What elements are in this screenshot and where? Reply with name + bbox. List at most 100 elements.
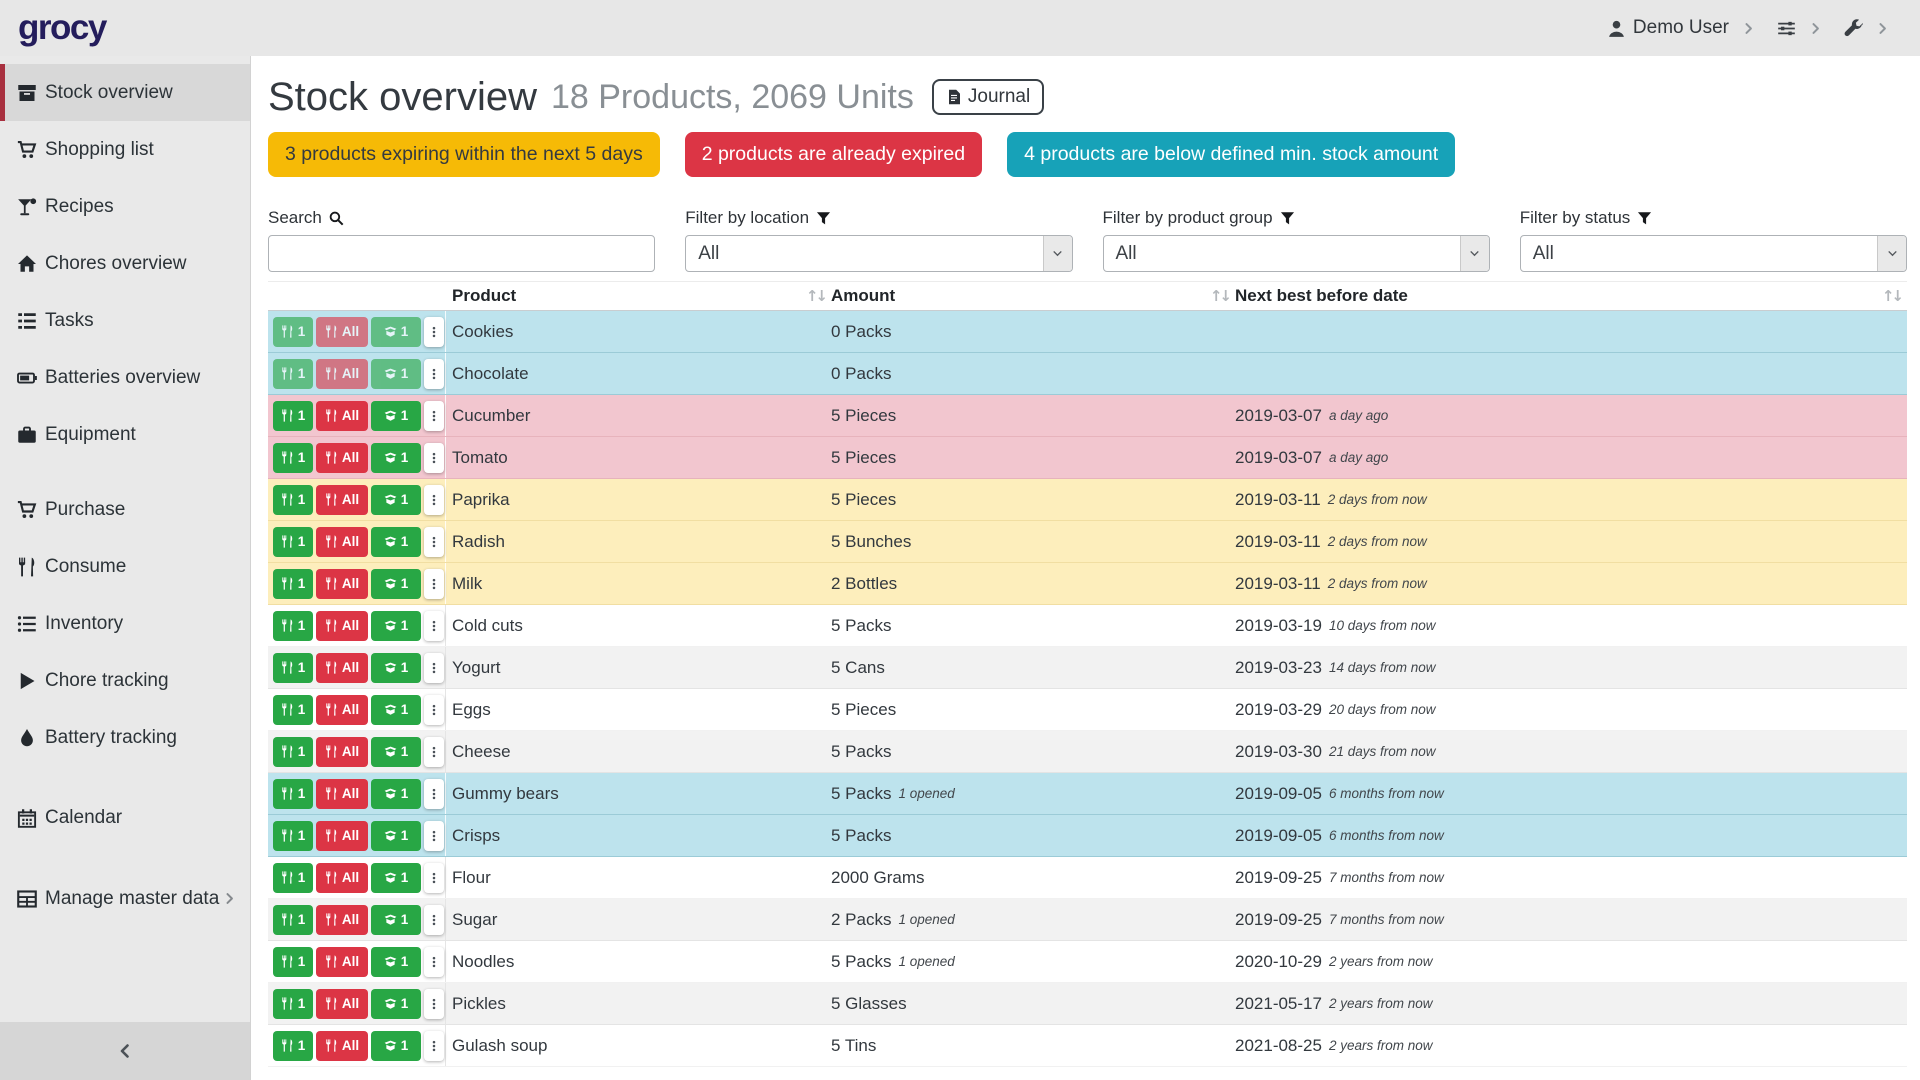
consume-one-button[interactable]: 1 xyxy=(273,947,313,977)
open-one-button[interactable]: 1 xyxy=(371,443,421,473)
consume-one-button[interactable]: 1 xyxy=(273,485,313,515)
consume-one-button[interactable]: 1 xyxy=(273,695,313,725)
open-one-button[interactable]: 1 xyxy=(371,779,421,809)
open-one-button[interactable]: 1 xyxy=(371,317,421,347)
row-menu-button[interactable] xyxy=(424,947,444,977)
sort-icon[interactable]: ↑↓ xyxy=(806,282,825,310)
sort-icon[interactable]: ↑↓ xyxy=(1210,282,1229,310)
open-one-button[interactable]: 1 xyxy=(371,947,421,977)
row-menu-button[interactable] xyxy=(424,611,444,641)
open-one-button[interactable]: 1 xyxy=(371,359,421,389)
chevron-right-icon[interactable] xyxy=(1742,22,1755,35)
sidebar-item-purchase[interactable]: Purchase xyxy=(0,481,250,538)
date-column-header[interactable]: Next best before date ↑↓ xyxy=(1235,282,1907,310)
sidebar-item-recipes[interactable]: Recipes xyxy=(0,178,250,235)
consume-one-button[interactable]: 1 xyxy=(273,653,313,683)
sidebar-item-battery-tracking[interactable]: Battery tracking xyxy=(0,709,250,766)
consume-all-button[interactable]: All xyxy=(316,821,368,851)
row-menu-button[interactable] xyxy=(424,485,444,515)
open-one-button[interactable]: 1 xyxy=(371,695,421,725)
row-menu-button[interactable] xyxy=(424,737,444,767)
open-one-button[interactable]: 1 xyxy=(371,737,421,767)
row-menu-button[interactable] xyxy=(424,653,444,683)
journal-button[interactable]: Journal xyxy=(932,79,1044,115)
consume-all-button[interactable]: All xyxy=(316,905,368,935)
wrench-icon[interactable] xyxy=(1844,19,1863,38)
consume-one-button[interactable]: 1 xyxy=(273,359,313,389)
sort-icon[interactable]: ↑↓ xyxy=(1882,282,1901,310)
consume-all-button[interactable]: All xyxy=(316,989,368,1019)
chevron-right-icon[interactable] xyxy=(1809,22,1822,35)
user-menu[interactable]: Demo User xyxy=(1607,17,1729,39)
consume-all-button[interactable]: All xyxy=(316,737,368,767)
consume-one-button[interactable]: 1 xyxy=(273,443,313,473)
consume-all-button[interactable]: All xyxy=(316,443,368,473)
consume-all-button[interactable]: All xyxy=(316,863,368,893)
open-one-button[interactable]: 1 xyxy=(371,989,421,1019)
consume-one-button[interactable]: 1 xyxy=(273,821,313,851)
row-menu-button[interactable] xyxy=(424,695,444,725)
sidebar-item-chore-tracking[interactable]: Chore tracking xyxy=(0,652,250,709)
consume-all-button[interactable]: All xyxy=(316,779,368,809)
row-menu-button[interactable] xyxy=(424,401,444,431)
sidebar-item-calendar[interactable]: Calendar xyxy=(0,789,250,846)
row-menu-button[interactable] xyxy=(424,443,444,473)
row-menu-button[interactable] xyxy=(424,527,444,557)
consume-one-button[interactable]: 1 xyxy=(273,737,313,767)
consume-all-button[interactable]: All xyxy=(316,947,368,977)
open-one-button[interactable]: 1 xyxy=(371,611,421,641)
consume-one-button[interactable]: 1 xyxy=(273,1031,313,1061)
row-menu-button[interactable] xyxy=(424,1031,444,1061)
consume-all-button[interactable]: All xyxy=(316,695,368,725)
open-one-button[interactable]: 1 xyxy=(371,821,421,851)
sidebar-item-stock-overview[interactable]: Stock overview xyxy=(0,64,250,121)
consume-all-button[interactable]: All xyxy=(316,527,368,557)
product-group-filter-select[interactable]: All xyxy=(1103,235,1490,272)
location-filter-select[interactable]: All xyxy=(685,235,1072,272)
row-menu-button[interactable] xyxy=(424,359,444,389)
row-menu-button[interactable] xyxy=(424,317,444,347)
settings-sliders-icon[interactable] xyxy=(1777,19,1796,38)
status-filter-select[interactable]: All xyxy=(1520,235,1907,272)
amount-column-header[interactable]: Amount ↑↓ xyxy=(831,282,1235,310)
consume-one-button[interactable]: 1 xyxy=(273,569,313,599)
sidebar-item-shopping-list[interactable]: Shopping list xyxy=(0,121,250,178)
consume-one-button[interactable]: 1 xyxy=(273,401,313,431)
consume-all-button[interactable]: All xyxy=(316,317,368,347)
row-menu-button[interactable] xyxy=(424,905,444,935)
consume-all-button[interactable]: All xyxy=(316,653,368,683)
row-menu-button[interactable] xyxy=(424,779,444,809)
sidebar-item-manage-master-data[interactable]: Manage master data xyxy=(0,870,250,927)
consume-all-button[interactable]: All xyxy=(316,611,368,641)
consume-one-button[interactable]: 1 xyxy=(273,317,313,347)
open-one-button[interactable]: 1 xyxy=(371,485,421,515)
sidebar-item-batteries-overview[interactable]: Batteries overview xyxy=(0,349,250,406)
row-menu-button[interactable] xyxy=(424,989,444,1019)
sidebar-item-tasks[interactable]: Tasks xyxy=(0,292,250,349)
product-column-header[interactable]: Product ↑↓ xyxy=(446,282,831,310)
consume-one-button[interactable]: 1 xyxy=(273,863,313,893)
consume-one-button[interactable]: 1 xyxy=(273,905,313,935)
search-input[interactable] xyxy=(268,235,655,272)
row-menu-button[interactable] xyxy=(424,863,444,893)
consume-all-button[interactable]: All xyxy=(316,569,368,599)
row-menu-button[interactable] xyxy=(424,821,444,851)
consume-one-button[interactable]: 1 xyxy=(273,611,313,641)
consume-all-button[interactable]: All xyxy=(316,359,368,389)
sidebar-collapse-button[interactable] xyxy=(0,1022,250,1080)
sidebar-item-consume[interactable]: Consume xyxy=(0,538,250,595)
chevron-right-icon[interactable] xyxy=(1876,22,1889,35)
consume-one-button[interactable]: 1 xyxy=(273,527,313,557)
open-one-button[interactable]: 1 xyxy=(371,527,421,557)
consume-all-button[interactable]: All xyxy=(316,1031,368,1061)
open-one-button[interactable]: 1 xyxy=(371,653,421,683)
sidebar-item-equipment[interactable]: Equipment xyxy=(0,406,250,463)
consume-all-button[interactable]: All xyxy=(316,485,368,515)
open-one-button[interactable]: 1 xyxy=(371,1031,421,1061)
consume-one-button[interactable]: 1 xyxy=(273,989,313,1019)
open-one-button[interactable]: 1 xyxy=(371,905,421,935)
open-one-button[interactable]: 1 xyxy=(371,863,421,893)
open-one-button[interactable]: 1 xyxy=(371,569,421,599)
consume-one-button[interactable]: 1 xyxy=(273,779,313,809)
consume-all-button[interactable]: All xyxy=(316,401,368,431)
